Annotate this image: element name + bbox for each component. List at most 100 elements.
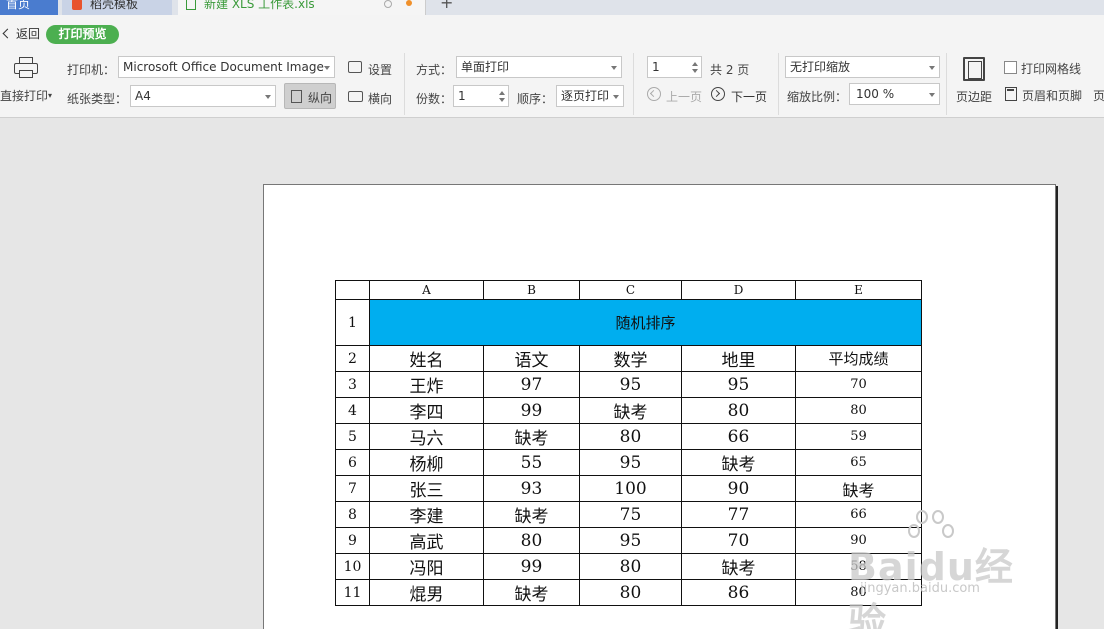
landscape-page-icon[interactable] <box>348 91 363 102</box>
paper-type-select[interactable]: A4 <box>130 85 276 107</box>
print-mode-select[interactable]: 单面打印 <box>456 56 622 78</box>
page-margin-icon[interactable] <box>963 57 985 81</box>
table-cell: 100 <box>579 475 682 502</box>
sheet-title-cell: 随机排序 <box>369 299 922 346</box>
docer-icon <box>72 0 82 10</box>
scale-mode-value: 无打印缩放 <box>790 60 851 74</box>
table-cell: 焜男 <box>369 579 484 606</box>
printer-value: Microsoft Office Document Image <box>123 60 324 74</box>
table-cell: 70 <box>795 371 922 398</box>
print-order-select[interactable]: 逐页打印 <box>556 85 624 107</box>
table-cell: 马六 <box>369 423 484 450</box>
zoom-select[interactable]: 100 % <box>849 83 940 105</box>
title-row: 1 随机排序 <box>335 299 922 346</box>
spin-down-icon[interactable] <box>692 69 698 73</box>
print-order-value: 逐页打印 <box>561 89 610 103</box>
table-cell: 缺考 <box>681 449 796 476</box>
column-header: E <box>795 280 922 300</box>
copies-label: 份数： <box>416 92 453 106</box>
print-gridlines-checkbox[interactable] <box>1004 61 1017 74</box>
dropdown-arrow-icon <box>929 66 935 70</box>
baidu-watermark: Baidu经验 jingyan.baidu.com <box>848 506 1048 629</box>
table-cell: 75 <box>579 501 682 528</box>
direct-print-button[interactable]: 直接打印▾ <box>0 87 52 104</box>
header-footer-button[interactable]: 页眉和页脚 <box>1022 87 1082 104</box>
dropdown-arrow-icon <box>611 66 617 70</box>
toolbar-divider <box>404 53 405 115</box>
table-cell: 缺考 <box>681 553 796 580</box>
zoom-value: 100 % <box>856 87 895 101</box>
dropdown-arrow-icon <box>324 66 330 70</box>
row-number: 3 <box>335 371 370 398</box>
table-cell: 张三 <box>369 475 484 502</box>
table-cell: 55 <box>483 449 580 476</box>
table-cell: 97 <box>483 371 580 398</box>
portrait-page-icon <box>291 90 302 103</box>
column-header-row: A B C D E <box>335 280 922 300</box>
column-header: C <box>579 280 682 300</box>
page-number-stepper[interactable]: 1 <box>647 56 702 78</box>
row-number: 6 <box>335 449 370 476</box>
printer-icon[interactable] <box>14 57 38 79</box>
paper-type-label: 纸张类型： <box>67 92 128 106</box>
header-cell: 数学 <box>579 345 682 372</box>
spin-down-icon[interactable] <box>499 98 505 102</box>
settings-icon[interactable] <box>348 61 362 73</box>
table-cell: 80 <box>579 553 682 580</box>
table-cell: 李四 <box>369 397 484 424</box>
settings-button[interactable]: 设置 <box>368 61 392 78</box>
tab-templates[interactable]: 稻壳模板 <box>62 0 172 15</box>
table-cell: 缺考 <box>483 501 580 528</box>
table-cell: 90 <box>681 475 796 502</box>
tab-home-label: 首页 <box>6 0 31 11</box>
header-footer-icon[interactable] <box>1005 87 1017 101</box>
toolbar-overflow-item[interactable]: 页 <box>1093 87 1104 104</box>
tab-templates-label: 稻壳模板 <box>90 0 139 11</box>
tab-file-label: 新建 XLS 工作表.xls <box>204 0 315 11</box>
back-button[interactable]: 返回 <box>0 25 40 42</box>
table-cell: 65 <box>795 449 922 476</box>
row-number: 8 <box>335 501 370 528</box>
spin-up-icon[interactable] <box>499 91 505 95</box>
table-cell: 80 <box>579 423 682 450</box>
new-tab-plus-icon[interactable]: + <box>440 0 453 12</box>
next-page-icon <box>711 87 725 101</box>
table-cell: 80 <box>795 397 922 424</box>
table-cell: 95 <box>681 371 796 398</box>
dropdown-arrow-icon <box>929 93 935 97</box>
table-cell: 95 <box>579 527 682 554</box>
page-margin-button[interactable]: 页边距 <box>956 88 992 105</box>
copies-stepper[interactable]: 1 <box>453 85 509 107</box>
row-number: 5 <box>335 423 370 450</box>
prev-page-icon <box>647 87 661 101</box>
table-cell: 80 <box>483 527 580 554</box>
spin-up-icon[interactable] <box>692 62 698 66</box>
back-label: 返回 <box>16 27 41 41</box>
data-rows: 3 王炸 97 95 95 70 4 李四 99 缺考 80 80 5 马六 缺考 80 66 59 6 杨柳 55 95… <box>335 371 922 606</box>
spreadsheet-table: A B C D E 1 随机排序 2 姓名 语文 数学 地里 平均成绩 3 王炸 9… <box>335 280 922 606</box>
table-cell: 80 <box>681 397 796 424</box>
table-row: 4 李四 99 缺考 80 80 <box>335 397 922 424</box>
tab-home[interactable]: 首页 <box>0 0 58 15</box>
pin-icon[interactable] <box>384 0 392 8</box>
table-row: 10 冯阳 99 80 缺考 58 <box>335 553 922 580</box>
printer-label: 打印机： <box>67 63 116 77</box>
table-cell: 高武 <box>369 527 484 554</box>
scale-mode-select[interactable]: 无打印缩放 <box>785 56 940 78</box>
print-gridlines-label[interactable]: 打印网格线 <box>1021 60 1081 77</box>
row-number: 7 <box>335 475 370 502</box>
printer-select[interactable]: Microsoft Office Document Image <box>118 56 335 78</box>
next-page-button[interactable]: 下一页 <box>731 88 767 105</box>
chevron-left-icon <box>2 28 13 39</box>
prev-page-button[interactable]: 上一页 <box>666 88 702 105</box>
portrait-button[interactable]: 纵向 <box>284 83 336 109</box>
table-cell: 93 <box>483 475 580 502</box>
unsaved-dot-icon <box>406 0 412 6</box>
header-cell: 地里 <box>681 345 796 372</box>
landscape-button[interactable]: 横向 <box>368 90 392 107</box>
table-cell: 86 <box>681 579 796 606</box>
portrait-label: 纵向 <box>308 91 333 105</box>
table-cell: 李建 <box>369 501 484 528</box>
table-cell: 王炸 <box>369 371 484 398</box>
print-mode-value: 单面打印 <box>461 60 510 74</box>
